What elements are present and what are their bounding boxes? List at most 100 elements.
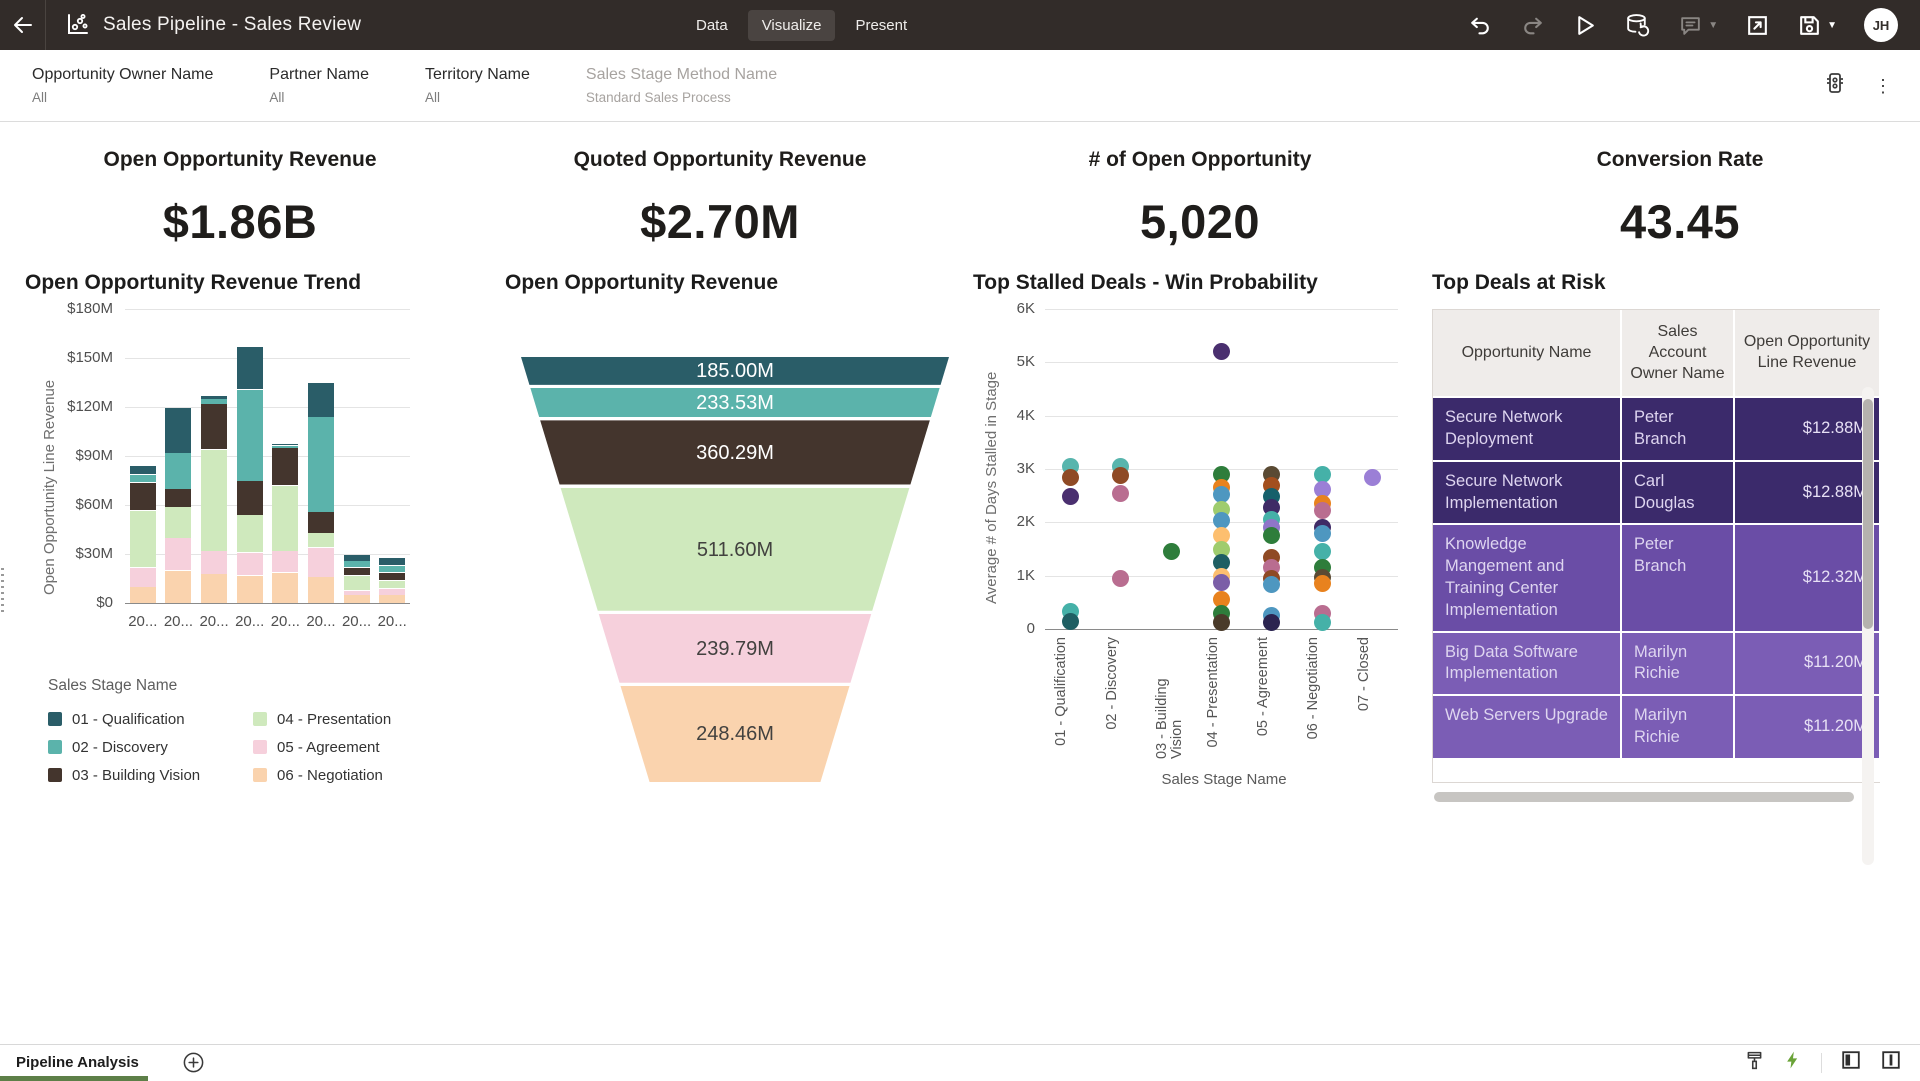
legend-label: 01 - Qualification <box>72 711 185 728</box>
filter-label: Sales Stage Method Name <box>586 66 777 84</box>
bar-segment <box>201 551 227 573</box>
scatter-point <box>1112 570 1129 587</box>
tab-data[interactable]: Data <box>682 10 742 41</box>
bar-segment <box>165 538 191 570</box>
redo-icon[interactable] <box>1520 13 1545 38</box>
bar-segment <box>272 448 298 485</box>
more-options-icon[interactable]: ⋮ <box>1874 77 1892 95</box>
risk-table-panel[interactable]: Top Deals at Risk Opportunity NameSales … <box>1410 271 1920 806</box>
bar-segment <box>201 404 227 449</box>
run-icon[interactable] <box>1572 13 1597 38</box>
table-row[interactable]: Knowledge Mangement and Training Center … <box>1433 523 1880 630</box>
back-button[interactable] <box>0 0 46 50</box>
filter-value: All <box>269 90 369 105</box>
scatter-point <box>1213 614 1230 631</box>
tab-visualize[interactable]: Visualize <box>748 10 836 41</box>
add-canvas-icon[interactable] <box>182 1051 205 1074</box>
save-icon[interactable]: ▼ <box>1797 13 1837 38</box>
bar-segment <box>308 533 334 547</box>
bar-segment <box>308 417 334 511</box>
mode-tabs: DataVisualizePresent <box>682 0 921 50</box>
legend-item[interactable]: 06 - Negotiation <box>253 761 458 789</box>
bar-segment <box>237 515 263 552</box>
back-arrow-icon <box>11 13 35 37</box>
legend-item[interactable]: 03 - Building Vision <box>48 761 253 789</box>
bar-segment <box>165 571 191 603</box>
x-tick-label: 03 - Building Vision <box>1155 637 1185 759</box>
filter-value: Standard Sales Process <box>586 90 777 105</box>
horizontal-scrollbar-thumb[interactable] <box>1434 792 1854 802</box>
kpi-tile[interactable]: Quoted Opportunity Revenue$2.70M <box>480 148 960 249</box>
y-tick-label: $120M <box>35 398 113 415</box>
bar-segment <box>344 561 370 567</box>
legend-item[interactable]: 02 - Discovery <box>48 733 253 761</box>
refresh-data-icon[interactable] <box>1624 12 1651 39</box>
x-tick-label: 07 - Closed <box>1357 637 1372 711</box>
bar-segment <box>130 568 156 587</box>
toggle-right-panel-icon[interactable] <box>1880 1049 1902 1076</box>
kpi-tile[interactable]: Conversion Rate43.45 <box>1440 148 1920 249</box>
table-row[interactable]: Secure Network DeploymentPeter Branch$12… <box>1433 396 1880 460</box>
vertical-scrollbar-thumb[interactable] <box>1863 399 1873 629</box>
x-tick-label: 04 - Presentation <box>1206 637 1221 747</box>
bar-segment <box>344 591 370 595</box>
scatter-point <box>1314 575 1331 592</box>
bar-segment <box>165 489 191 506</box>
bar-segment <box>130 511 156 568</box>
scatter-chart[interactable]: Average # of Days Stalled in Stage6K5K4K… <box>973 301 1410 806</box>
legend-label: 02 - Discovery <box>72 739 168 756</box>
toggle-left-panel-icon[interactable] <box>1840 1049 1862 1076</box>
filter-item[interactable]: Opportunity Owner NameAll <box>32 66 213 105</box>
user-avatar[interactable]: JH <box>1864 8 1898 42</box>
tab-present[interactable]: Present <box>841 10 921 41</box>
cell-opportunity-name: Secure Network Implementation <box>1433 462 1622 524</box>
visualization-icon <box>64 12 90 38</box>
gridline <box>1045 416 1398 417</box>
legend-item[interactable]: 05 - Agreement <box>253 733 458 761</box>
table-header-cell[interactable]: Sales Account Owner Name <box>1622 310 1735 396</box>
filter-item[interactable]: Sales Stage Method Name Standard Sales Pr… <box>586 66 777 105</box>
scatter-point <box>1263 576 1280 593</box>
table-header-cell[interactable]: Opportunity Name <box>1433 310 1622 396</box>
touchup-icon[interactable] <box>1744 1050 1765 1076</box>
kpi-tile[interactable]: # of Open Opportunity5,020 <box>960 148 1440 249</box>
chart-title: Top Deals at Risk <box>1432 271 1920 295</box>
bar-segment <box>165 408 191 453</box>
bar-chart-panel[interactable]: Open Opportunity Revenue Trend Open Oppo… <box>0 271 480 806</box>
scatter-point <box>1062 488 1079 505</box>
kpi-value: 5,020 <box>960 194 1440 249</box>
kpi-tile[interactable]: Open Opportunity Revenue$1.86B <box>0 148 480 249</box>
canvas-tab-pipeline-analysis[interactable]: Pipeline Analysis <box>0 1045 148 1081</box>
filter-item[interactable]: Partner NameAll <box>269 66 369 105</box>
filter-label: Opportunity Owner Name <box>32 66 213 84</box>
scatter-point <box>1112 467 1129 484</box>
kpi-value: 43.45 <box>1440 194 1920 249</box>
scatter-point <box>1314 502 1331 519</box>
bar-segment <box>308 577 334 603</box>
funnel-chart[interactable]: 185.00M233.53M360.29M511.60M239.79M248.4… <box>521 357 949 787</box>
bar-segment <box>272 551 298 572</box>
bar-chart[interactable]: Open Opportunity Line Revenue$180M$150M$… <box>25 301 455 651</box>
undo-icon[interactable] <box>1468 13 1493 38</box>
open-in-window-icon[interactable] <box>1745 13 1770 38</box>
filters: Opportunity Owner NameAllPartner NameAll… <box>32 66 777 105</box>
filter-item[interactable]: Territory NameAll <box>425 66 530 105</box>
filter-bar-menu-icon[interactable] <box>1822 70 1848 101</box>
legend-item[interactable]: 04 - Presentation <box>253 705 458 733</box>
scatter-chart-panel[interactable]: Top Stalled Deals - Win Probability Aver… <box>960 271 1410 806</box>
scatter-point <box>1062 469 1079 486</box>
table-row[interactable]: Secure Network ImplementationCarl Dougla… <box>1433 460 1880 524</box>
funnel-chart-panel[interactable]: Open Opportunity Revenue 185.00M233.53M3… <box>480 271 960 806</box>
table-header-cell[interactable]: Open Opportunity Line Revenue <box>1735 310 1881 396</box>
legend-label: 03 - Building Vision <box>72 767 200 784</box>
cell-opportunity-name: Big Data Software Implementation <box>1433 633 1622 695</box>
table-row[interactable]: Web Servers UpgradeMarilyn Richie$11.20M <box>1433 694 1880 758</box>
bar-segment <box>201 450 227 551</box>
comments-icon[interactable]: ▼ <box>1678 13 1718 38</box>
table-row[interactable]: Big Data Software ImplementationMarilyn … <box>1433 631 1880 695</box>
legend-item[interactable]: 01 - Qualification <box>48 705 253 733</box>
y-tick-label: 3K <box>957 460 1035 477</box>
filter-label: Territory Name <box>425 66 530 84</box>
auto-insights-icon[interactable] <box>1783 1049 1803 1076</box>
cell-revenue: $11.20M <box>1735 633 1880 695</box>
